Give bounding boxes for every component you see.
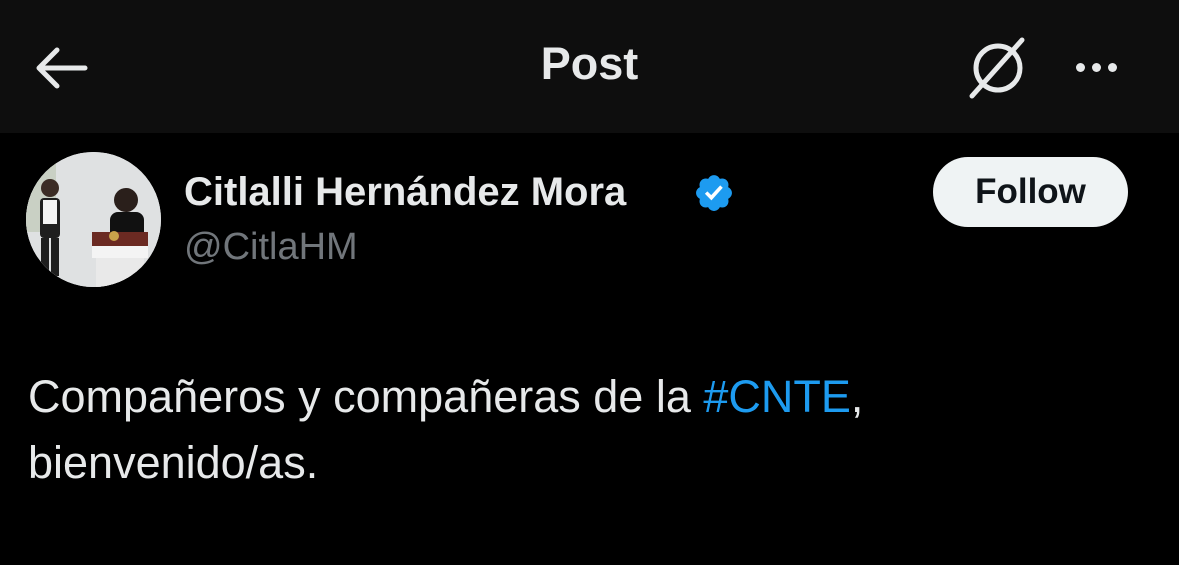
post-text: Compañeros y compañeras de la #CNTE, bie… xyxy=(28,364,1148,496)
follow-button[interactable]: Follow xyxy=(933,157,1128,227)
more-button[interactable] xyxy=(1062,46,1130,88)
post-text-part: bienvenido/as. xyxy=(28,437,319,488)
grok-icon xyxy=(969,37,1025,99)
avatar[interactable] xyxy=(26,152,161,287)
post-text-part: , xyxy=(850,371,864,422)
more-horizontal-icon xyxy=(1107,62,1117,72)
verified-badge-icon xyxy=(696,175,732,211)
author-handle[interactable]: @CitlaHM xyxy=(184,226,358,269)
avatar-photo xyxy=(26,152,161,287)
post-text-part: Compañeros y compañeras de la xyxy=(28,371,704,422)
top-bar: Post xyxy=(0,0,1179,133)
hashtag-link[interactable]: #CNTE xyxy=(703,371,851,422)
grok-button[interactable] xyxy=(962,33,1036,101)
more-horizontal-icon xyxy=(1075,62,1085,72)
author-display-name[interactable]: Citlalli Hernández Mora xyxy=(184,170,626,215)
more-horizontal-icon xyxy=(1091,62,1101,72)
